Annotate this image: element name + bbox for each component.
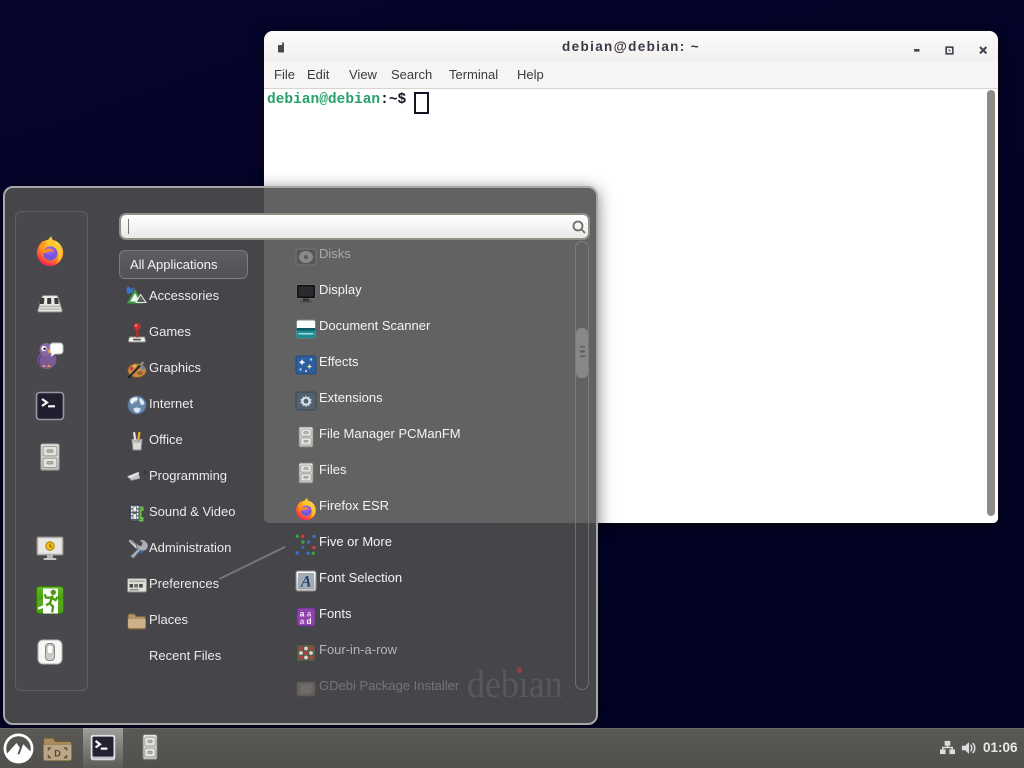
svg-text:d: d [306, 616, 311, 626]
svg-text:A: A [300, 574, 312, 591]
svg-text:D: D [54, 749, 61, 759]
svg-text:a: a [300, 616, 305, 626]
